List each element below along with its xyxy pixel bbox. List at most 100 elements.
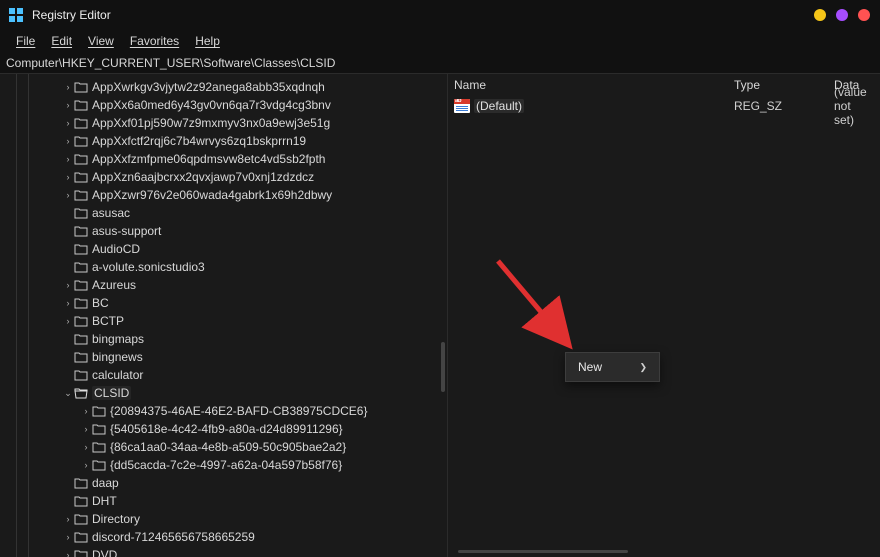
chevron-right-icon[interactable]: › [62, 514, 74, 524]
folder-icon [74, 550, 88, 557]
value-type: REG_SZ [728, 99, 828, 113]
tree-node-label: CLSID [92, 386, 131, 400]
chevron-right-icon[interactable]: › [80, 424, 92, 434]
tree-node[interactable]: ›BC [32, 294, 447, 312]
chevron-right-icon[interactable]: › [80, 442, 92, 452]
address-bar[interactable]: Computer\HKEY_CURRENT_USER\Software\Clas… [0, 52, 880, 74]
context-menu: New ❯ [565, 352, 660, 382]
tree-node-label: discord-712465656758665259 [92, 530, 255, 544]
chevron-right-icon[interactable]: › [62, 136, 74, 146]
window-dot-red[interactable] [858, 9, 870, 21]
folder-icon [74, 208, 88, 219]
context-menu-new-label: New [578, 360, 602, 374]
tree-node-label: AppXzwr976v2e060wada4gabrk1x69h2dbwy [92, 188, 332, 202]
chevron-right-icon[interactable]: › [62, 118, 74, 128]
tree-scrollbar-thumb[interactable] [441, 342, 445, 392]
folder-icon [74, 298, 88, 309]
window-dot-purple[interactable] [836, 9, 848, 21]
folder-icon [74, 262, 88, 273]
tree-node[interactable]: ›{dd5cacda-7c2e-4997-a62a-04a597b58f76} [32, 456, 447, 474]
tree-node[interactable]: ›AppXxfzmfpme06qpdmsvw8etc4vd5sb2fpth [32, 150, 447, 168]
main-split: ›AppXwrkgv3vjytw2z92anega8abb35xqdnqh›Ap… [0, 74, 880, 557]
folder-icon [74, 532, 88, 543]
tree-node[interactable]: ›AppXxfctf2rqj6c7b4wrvys6zq1bskprrn19 [32, 132, 447, 150]
tree-node[interactable]: › AppXxf01pj590w7z9mxmyv3nx0a9ewj3e51g [32, 114, 447, 132]
folder-icon [74, 118, 88, 129]
registry-tree[interactable]: ›AppXwrkgv3vjytw2z92anega8abb35xqdnqh›Ap… [32, 74, 447, 557]
tree-node-label: DVD [92, 548, 117, 557]
folder-icon [74, 190, 88, 201]
chevron-right-icon[interactable]: › [62, 550, 74, 557]
tree-node-label: daap [92, 476, 119, 490]
tree-node[interactable]: AudioCD [32, 240, 447, 258]
chevron-right-icon[interactable]: › [80, 406, 92, 416]
tree-node[interactable]: asus-support [32, 222, 447, 240]
chevron-right-icon[interactable]: › [62, 154, 74, 164]
folder-icon [74, 388, 88, 399]
tree-node[interactable]: daap [32, 474, 447, 492]
folder-icon [74, 172, 88, 183]
chevron-right-icon[interactable]: › [62, 82, 74, 92]
chevron-right-icon[interactable]: › [62, 298, 74, 308]
chevron-right-icon[interactable]: › [62, 100, 74, 110]
menu-edit[interactable]: Edit [43, 32, 80, 50]
address-text: Computer\HKEY_CURRENT_USER\Software\Clas… [6, 56, 335, 70]
tree-node[interactable]: bingmaps [32, 330, 447, 348]
folder-icon [74, 82, 88, 93]
column-type[interactable]: Type [728, 78, 828, 92]
window-controls [814, 9, 870, 21]
chevron-right-icon[interactable]: › [62, 280, 74, 290]
tree-node-label: AppXzn6aajbcrxx2qvxjawp7v0xnj1zdzdcz [92, 170, 314, 184]
folder-icon [74, 316, 88, 327]
chevron-right-icon[interactable]: › [62, 190, 74, 200]
tree-node[interactable]: ›Directory [32, 510, 447, 528]
chevron-down-icon[interactable]: ⌄ [62, 388, 74, 399]
tree-node[interactable]: › BCTP [32, 312, 447, 330]
context-menu-new[interactable]: New ❯ [566, 353, 659, 381]
tree-node[interactable]: ›{5405618e-4c42-4fb9-a80a-d24d89911296} [32, 420, 447, 438]
folder-icon [92, 406, 106, 417]
tree-node[interactable]: a-volute.sonicstudio3 [32, 258, 447, 276]
chevron-right-icon[interactable]: › [80, 460, 92, 470]
chevron-right-icon[interactable]: › [62, 316, 74, 326]
tree-node[interactable]: ›AppXx6a0med6y43gv0vn6qa7r3vdg4cg3bnv [32, 96, 447, 114]
tree-node-label: {20894375-46AE-46E2-BAFD-CB38975CDCE6} [110, 404, 368, 418]
tree-node[interactable]: DHT [32, 492, 447, 510]
tree-node[interactable]: › {86ca1aa0-34aa-4e8b-a509-50c905bae2a2} [32, 438, 447, 456]
chevron-right-icon[interactable]: › [62, 172, 74, 182]
tree-node-label: {86ca1aa0-34aa-4e8b-a509-50c905bae2a2} [110, 440, 346, 454]
folder-icon [74, 334, 88, 345]
tree-node-label: Azureus [92, 278, 136, 292]
menu-view[interactable]: View [80, 32, 122, 50]
folder-icon [74, 136, 88, 147]
tree-node[interactable]: asusac [32, 204, 447, 222]
values-rows: ab(Default)REG_SZ(value not set) [448, 96, 880, 116]
rpanel-scrollbar-thumb[interactable] [458, 550, 628, 553]
menu-help[interactable]: Help [187, 32, 228, 50]
tree-node[interactable]: › discord-712465656758665259 [32, 528, 447, 546]
values-panel: Name Type Data ab(Default)REG_SZ(value n… [448, 74, 880, 557]
tree-node[interactable]: › AppXwrkgv3vjytw2z92anega8abb35xqdnqh [32, 78, 447, 96]
annotation-arrow [493, 256, 583, 356]
registry-editor-icon [8, 7, 24, 23]
chevron-right-icon: ❯ [639, 362, 647, 373]
tree-node-label: AppXxf01pj590w7z9mxmyv3nx0a9ewj3e51g [92, 116, 330, 130]
tree-node-label: asus-support [92, 224, 161, 238]
tree-node[interactable]: › DVD [32, 546, 447, 557]
tree-node[interactable]: bingnews [32, 348, 447, 366]
window-dot-yellow[interactable] [814, 9, 826, 21]
menu-favorites[interactable]: Favorites [122, 32, 187, 50]
folder-icon [92, 424, 106, 435]
chevron-right-icon[interactable]: › [62, 532, 74, 542]
tree-node[interactable]: › AppXzn6aajbcrxx2qvxjawp7v0xnj1zdzdcz [32, 168, 447, 186]
tree-node[interactable]: › {20894375-46AE-46E2-BAFD-CB38975CDCE6} [32, 402, 447, 420]
tree-node-label: BCTP [92, 314, 124, 328]
tree-node[interactable]: ⌄ CLSID [32, 384, 447, 402]
tree-node[interactable]: › AppXzwr976v2e060wada4gabrk1x69h2dbwy [32, 186, 447, 204]
tree-node[interactable]: › Azureus [32, 276, 447, 294]
menu-file[interactable]: File [8, 32, 43, 50]
tree-node-label: AppXwrkgv3vjytw2z92anega8abb35xqdnqh [92, 80, 325, 94]
column-name[interactable]: Name [448, 78, 728, 92]
tree-node[interactable]: calculator [32, 366, 447, 384]
value-row[interactable]: ab(Default)REG_SZ(value not set) [448, 96, 880, 116]
